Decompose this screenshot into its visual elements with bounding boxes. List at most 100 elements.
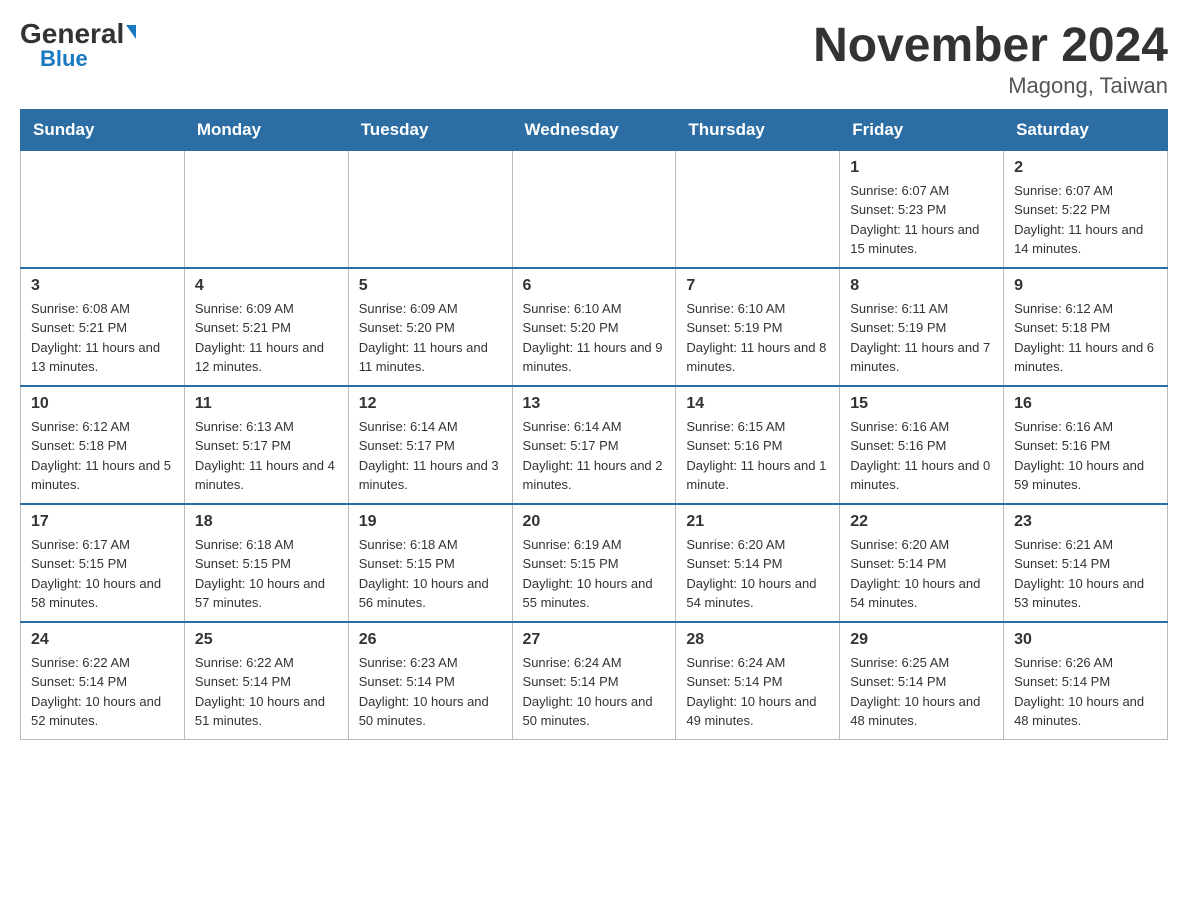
- day-info: Sunrise: 6:12 AMSunset: 5:18 PMDaylight:…: [1014, 299, 1157, 377]
- calendar-cell: 15Sunrise: 6:16 AMSunset: 5:16 PMDayligh…: [840, 386, 1004, 504]
- day-info: Sunrise: 6:18 AMSunset: 5:15 PMDaylight:…: [359, 535, 502, 613]
- day-info: Sunrise: 6:17 AMSunset: 5:15 PMDaylight:…: [31, 535, 174, 613]
- calendar-cell: 25 Sunrise: 6:22 AMSunset: 5:14 PMDayligh…: [184, 622, 348, 740]
- day-info: Sunrise: 6:19 AMSunset: 5:15 PMDaylight:…: [523, 535, 666, 613]
- day-number: 27: [523, 631, 666, 649]
- day-number: 5: [359, 277, 502, 295]
- calendar-cell: 9 Sunrise: 6:12 AMSunset: 5:18 PMDaylight…: [1004, 268, 1168, 386]
- day-number: 19: [359, 513, 502, 531]
- calendar-week-row: 24Sunrise: 6:22 AMSunset: 5:14 PMDayligh…: [21, 622, 1168, 740]
- calendar-cell: 29 Sunrise: 6:25 AMSunset: 5:14 PMDayligh…: [840, 622, 1004, 740]
- day-number: 14: [686, 395, 829, 413]
- calendar-cell: 24Sunrise: 6:22 AMSunset: 5:14 PMDayligh…: [21, 622, 185, 740]
- day-info: Sunrise: 6:15 AMSunset: 5:16 PMDaylight:…: [686, 417, 829, 495]
- day-info: Sunrise: 6:09 AMSunset: 5:20 PMDaylight:…: [359, 299, 502, 377]
- calendar-cell: [348, 150, 512, 268]
- day-number: 30: [1014, 631, 1157, 649]
- col-saturday: Saturday: [1004, 109, 1168, 150]
- day-info: Sunrise: 6:25 AMSunset: 5:14 PMDaylight:…: [850, 653, 993, 731]
- calendar-table: Sunday Monday Tuesday Wednesday Thursday…: [20, 109, 1168, 740]
- calendar-cell: 3 Sunrise: 6:08 AMSunset: 5:21 PMDaylight…: [21, 268, 185, 386]
- day-number: 13: [523, 395, 666, 413]
- day-number: 16: [1014, 395, 1157, 413]
- calendar-cell: 4 Sunrise: 6:09 AMSunset: 5:21 PMDaylight…: [184, 268, 348, 386]
- day-info: Sunrise: 6:12 AMSunset: 5:18 PMDaylight:…: [31, 417, 174, 495]
- day-info: Sunrise: 6:07 AMSunset: 5:22 PMDaylight:…: [1014, 181, 1157, 259]
- logo-triangle-icon: [126, 25, 136, 39]
- day-number: 4: [195, 277, 338, 295]
- calendar-cell: 20 Sunrise: 6:19 AMSunset: 5:15 PMDayligh…: [512, 504, 676, 622]
- calendar-cell: [512, 150, 676, 268]
- day-number: 25: [195, 631, 338, 649]
- day-number: 7: [686, 277, 829, 295]
- calendar-cell: [184, 150, 348, 268]
- day-number: 18: [195, 513, 338, 531]
- calendar-cell: 13 Sunrise: 6:14 AMSunset: 5:17 PMDayligh…: [512, 386, 676, 504]
- col-friday: Friday: [840, 109, 1004, 150]
- calendar-cell: 11 Sunrise: 6:13 AMSunset: 5:17 PMDayligh…: [184, 386, 348, 504]
- day-info: Sunrise: 6:07 AMSunset: 5:23 PMDaylight:…: [850, 181, 993, 259]
- calendar-cell: [676, 150, 840, 268]
- calendar-cell: [21, 150, 185, 268]
- day-number: 17: [31, 513, 174, 531]
- day-info: Sunrise: 6:18 AMSunset: 5:15 PMDaylight:…: [195, 535, 338, 613]
- col-wednesday: Wednesday: [512, 109, 676, 150]
- page-header: General Blue November 2024 Magong, Taiwa…: [20, 20, 1168, 99]
- calendar-cell: 10 Sunrise: 6:12 AMSunset: 5:18 PMDayligh…: [21, 386, 185, 504]
- day-number: 23: [1014, 513, 1157, 531]
- calendar-cell: 16Sunrise: 6:16 AMSunset: 5:16 PMDayligh…: [1004, 386, 1168, 504]
- day-info: Sunrise: 6:22 AMSunset: 5:14 PMDaylight:…: [195, 653, 338, 731]
- calendar-week-row: 17 Sunrise: 6:17 AMSunset: 5:15 PMDayligh…: [21, 504, 1168, 622]
- day-info: Sunrise: 6:22 AMSunset: 5:14 PMDaylight:…: [31, 653, 174, 731]
- calendar-cell: 26 Sunrise: 6:23 AMSunset: 5:14 PMDayligh…: [348, 622, 512, 740]
- day-number: 28: [686, 631, 829, 649]
- day-info: Sunrise: 6:23 AMSunset: 5:14 PMDaylight:…: [359, 653, 502, 731]
- calendar-cell: 1 Sunrise: 6:07 AMSunset: 5:23 PMDaylight…: [840, 150, 1004, 268]
- logo-general-text: General: [20, 20, 124, 48]
- calendar-cell: 7 Sunrise: 6:10 AMSunset: 5:19 PMDaylight…: [676, 268, 840, 386]
- calendar-cell: 22 Sunrise: 6:20 AMSunset: 5:14 PMDayligh…: [840, 504, 1004, 622]
- calendar-cell: 21 Sunrise: 6:20 AMSunset: 5:14 PMDayligh…: [676, 504, 840, 622]
- calendar-subtitle: Magong, Taiwan: [813, 73, 1168, 99]
- calendar-cell: 19 Sunrise: 6:18 AMSunset: 5:15 PMDayligh…: [348, 504, 512, 622]
- day-info: Sunrise: 6:09 AMSunset: 5:21 PMDaylight:…: [195, 299, 338, 377]
- logo-blue-text: Blue: [40, 48, 88, 70]
- day-number: 21: [686, 513, 829, 531]
- calendar-cell: 23 Sunrise: 6:21 AMSunset: 5:14 PMDayligh…: [1004, 504, 1168, 622]
- calendar-week-row: 10 Sunrise: 6:12 AMSunset: 5:18 PMDayligh…: [21, 386, 1168, 504]
- day-number: 3: [31, 277, 174, 295]
- day-info: Sunrise: 6:08 AMSunset: 5:21 PMDaylight:…: [31, 299, 174, 377]
- calendar-cell: 2 Sunrise: 6:07 AMSunset: 5:22 PMDaylight…: [1004, 150, 1168, 268]
- day-number: 6: [523, 277, 666, 295]
- day-number: 29: [850, 631, 993, 649]
- day-info: Sunrise: 6:14 AMSunset: 5:17 PMDaylight:…: [359, 417, 502, 495]
- day-number: 20: [523, 513, 666, 531]
- day-info: Sunrise: 6:10 AMSunset: 5:19 PMDaylight:…: [686, 299, 829, 377]
- calendar-cell: 27Sunrise: 6:24 AMSunset: 5:14 PMDayligh…: [512, 622, 676, 740]
- day-number: 11: [195, 395, 338, 413]
- day-info: Sunrise: 6:21 AMSunset: 5:14 PMDaylight:…: [1014, 535, 1157, 613]
- day-info: Sunrise: 6:13 AMSunset: 5:17 PMDaylight:…: [195, 417, 338, 495]
- calendar-cell: 14 Sunrise: 6:15 AMSunset: 5:16 PMDayligh…: [676, 386, 840, 504]
- day-number: 12: [359, 395, 502, 413]
- calendar-cell: 12 Sunrise: 6:14 AMSunset: 5:17 PMDayligh…: [348, 386, 512, 504]
- day-number: 2: [1014, 159, 1157, 177]
- day-info: Sunrise: 6:20 AMSunset: 5:14 PMDaylight:…: [850, 535, 993, 613]
- day-number: 10: [31, 395, 174, 413]
- calendar-header-row: Sunday Monday Tuesday Wednesday Thursday…: [21, 109, 1168, 150]
- day-number: 9: [1014, 277, 1157, 295]
- day-info: Sunrise: 6:20 AMSunset: 5:14 PMDaylight:…: [686, 535, 829, 613]
- calendar-cell: 6Sunrise: 6:10 AMSunset: 5:20 PMDaylight…: [512, 268, 676, 386]
- day-number: 26: [359, 631, 502, 649]
- day-number: 22: [850, 513, 993, 531]
- col-sunday: Sunday: [21, 109, 185, 150]
- day-number: 1: [850, 159, 993, 177]
- calendar-cell: 28 Sunrise: 6:24 AMSunset: 5:14 PMDayligh…: [676, 622, 840, 740]
- calendar-cell: 8Sunrise: 6:11 AMSunset: 5:19 PMDaylight…: [840, 268, 1004, 386]
- day-info: Sunrise: 6:14 AMSunset: 5:17 PMDaylight:…: [523, 417, 666, 495]
- calendar-cell: 5 Sunrise: 6:09 AMSunset: 5:20 PMDaylight…: [348, 268, 512, 386]
- day-info: Sunrise: 6:24 AMSunset: 5:14 PMDaylight:…: [686, 653, 829, 731]
- calendar-cell: 18 Sunrise: 6:18 AMSunset: 5:15 PMDayligh…: [184, 504, 348, 622]
- col-monday: Monday: [184, 109, 348, 150]
- day-number: 15: [850, 395, 993, 413]
